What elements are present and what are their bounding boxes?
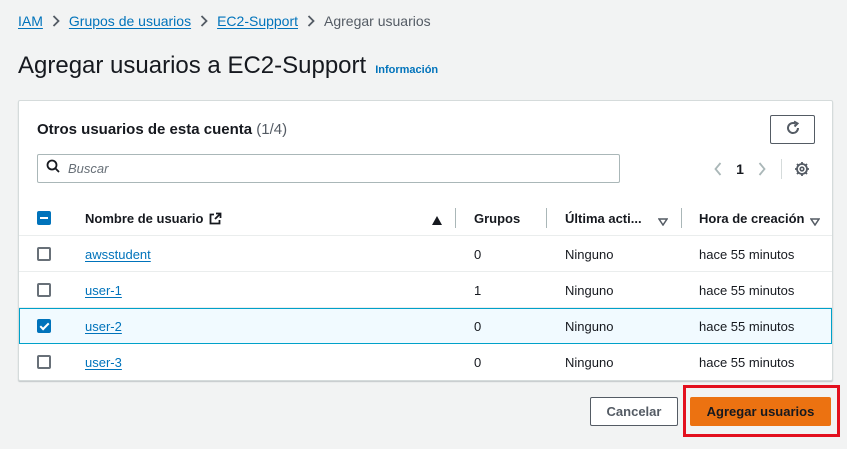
username-link[interactable]: awsstudent [85,247,151,262]
column-label-groups: Grupos [474,211,521,226]
breadcrumb-user-groups[interactable]: Grupos de usuarios [69,13,191,29]
table-row-selected[interactable]: user-2 0 Ninguno hace 55 minutos [19,308,832,344]
chevron-left-icon [714,162,722,176]
table-header: Nombre de usuario Grupos Última acti... [19,201,832,236]
username-link[interactable]: user-1 [85,283,122,298]
groups-cell: 0 [474,354,482,370]
panel-title-text: Otros usuarios de esta cuenta [37,121,253,138]
column-header-username[interactable]: Nombre de usuario [85,201,445,236]
breadcrumb-iam[interactable]: IAM [18,13,43,29]
breadcrumb-ec2-support[interactable]: EC2-Support [217,13,298,29]
groups-cell: 0 [474,246,482,262]
sort-icon[interactable] [809,214,821,229]
username-link[interactable]: user-3 [85,355,122,370]
cancel-button[interactable]: Cancelar [590,397,678,426]
pager-divider [781,159,782,179]
panel-title: Otros usuarios de esta cuenta (1/4) [37,121,287,138]
created-cell: hace 55 minutos [699,246,795,262]
pagination: 1 [707,157,813,181]
next-page-button[interactable] [751,162,773,176]
column-divider[interactable] [681,208,682,228]
row-checkbox[interactable] [37,283,51,297]
row-checkbox[interactable] [37,355,51,369]
chevron-right-icon [43,15,69,27]
column-divider[interactable] [546,208,547,228]
gear-icon [795,162,809,176]
table-row[interactable]: user-1 1 Ninguno hace 55 minutos [19,272,832,308]
groups-cell: 0 [474,318,482,334]
column-header-created[interactable]: Hora de creación [699,201,805,236]
last-activity-cell: Ninguno [565,318,614,334]
row-checkbox[interactable] [37,319,51,333]
table-row[interactable]: awsstudent 0 Ninguno hace 55 minutos [19,236,832,272]
selection-count: (1/4) [256,121,288,138]
created-cell: hace 55 minutos [699,282,795,298]
chevron-right-icon [298,15,324,27]
add-users-button[interactable]: Agregar usuarios [690,397,831,426]
chevron-right-icon [758,162,766,176]
row-checkbox[interactable] [37,247,51,261]
column-header-last-activity[interactable]: Última acti... [565,201,642,236]
created-cell: hace 55 minutos [699,318,795,334]
users-table-panel: Otros usuarios de esta cuenta (1/4) 1 [18,100,833,381]
external-link-icon [209,212,222,225]
last-activity-cell: Ninguno [565,354,614,370]
created-cell: hace 55 minutos [699,354,795,370]
page-header: Agregar usuarios a EC2-Support Informaci… [18,52,438,80]
chevron-right-icon [191,15,217,27]
search-field[interactable] [37,154,620,183]
search-icon [46,159,60,178]
breadcrumb-current: Agregar usuarios [324,13,431,29]
column-header-groups[interactable]: Grupos [474,201,520,236]
breadcrumb: IAM Grupos de usuarios EC2-Support Agreg… [18,12,431,30]
groups-cell: 1 [474,282,482,298]
table-row[interactable]: user-3 0 Ninguno hace 55 minutos [19,344,832,380]
column-label-username: Nombre de usuario [85,211,204,226]
refresh-button[interactable] [770,115,815,144]
last-activity-cell: Ninguno [565,246,614,262]
page-number[interactable]: 1 [729,161,751,177]
previous-page-button[interactable] [707,162,729,176]
column-label-last-activity: Última acti... [565,211,642,226]
info-link[interactable]: Información [375,64,438,76]
column-label-created: Hora de creación [699,211,805,226]
page-title: Agregar usuarios a EC2-Support [18,52,367,79]
username-link[interactable]: user-2 [85,319,122,334]
settings-button[interactable] [791,161,813,177]
refresh-icon [785,120,801,139]
select-all-checkbox[interactable] [37,211,51,225]
last-activity-cell: Ninguno [565,282,614,298]
sort-icon[interactable] [657,214,669,229]
search-input[interactable] [68,161,568,176]
sort-ascending-icon[interactable] [432,213,442,228]
column-divider[interactable] [455,208,456,228]
